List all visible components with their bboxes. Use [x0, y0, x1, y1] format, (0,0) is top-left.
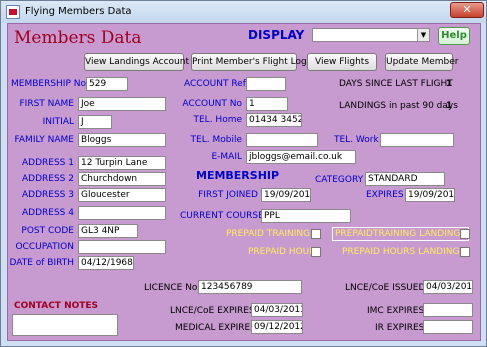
- occupation-field[interactable]: [78, 240, 166, 254]
- initial-field[interactable]: J: [78, 115, 112, 129]
- occupation-label: OCCUPATION: [15, 242, 74, 252]
- tel-work-field[interactable]: [380, 133, 454, 147]
- prepaid-hours-landings-label: PREPAID HOURS LANDINGS: [342, 247, 466, 257]
- tel-mobile-field[interactable]: [246, 133, 318, 147]
- first-joined-label: FIRST JOINED: [198, 190, 258, 200]
- members-form: Members Data DISPLAY ▼ Help View Landing…: [7, 23, 481, 341]
- category-field[interactable]: STANDARD: [365, 172, 445, 186]
- contact-notes-field[interactable]: [12, 314, 118, 336]
- account-ref-field[interactable]: [246, 77, 286, 91]
- ir-expires-field[interactable]: [423, 320, 473, 334]
- address4-label: ADDRESS 4: [22, 208, 74, 218]
- membership-section-title: MEMBERSHIP: [196, 169, 280, 182]
- licence-no-field[interactable]: 123456789: [198, 280, 302, 294]
- landings-90-value: 1: [446, 101, 453, 111]
- prepaid-training-landings-checkbox[interactable]: [460, 229, 470, 239]
- medical-expires-label: MEDICAL EXPIRES: [175, 323, 256, 333]
- address2-label: ADDRESS 2: [22, 174, 74, 184]
- window-title: Flying Members Data: [25, 6, 132, 17]
- licence-no-label: LICENCE No.: [144, 283, 201, 293]
- family-name-label: FAMILY NAME: [14, 135, 74, 145]
- address4-field[interactable]: [78, 206, 166, 220]
- update-member-button[interactable]: Update Member: [385, 53, 458, 71]
- tel-work-label: TEL. Work: [334, 135, 379, 145]
- chevron-down-icon[interactable]: ▼: [417, 29, 429, 41]
- current-course-label: CURRENT COURSE: [180, 211, 264, 221]
- first-name-field[interactable]: Joe: [78, 97, 166, 111]
- first-joined-field[interactable]: 19/09/2012: [261, 188, 311, 202]
- address1-field[interactable]: 12 Turpin Lane: [78, 156, 166, 170]
- tel-home-field[interactable]: 01434 345231: [246, 113, 302, 127]
- lnce-expires-label: LNCE/CoE EXPIRES: [170, 306, 255, 316]
- first-name-label: FIRST NAME: [19, 99, 75, 109]
- dob-field[interactable]: 04/12/1968: [78, 256, 134, 270]
- contact-notes-title: CONTACT NOTES: [14, 301, 99, 311]
- close-button[interactable]: ✕: [450, 2, 484, 18]
- app-icon: [6, 5, 20, 19]
- app-window: Flying Members Data ✕ Members Data DISPL…: [0, 0, 487, 347]
- post-code-label: POST CODE: [21, 226, 74, 236]
- prepaid-hours-checkbox[interactable]: [311, 247, 321, 257]
- imc-expires-field[interactable]: [423, 303, 473, 317]
- prepaid-training-label: PREPAID TRAINING: [226, 229, 311, 239]
- account-ref-label: ACCOUNT Ref.: [184, 79, 249, 89]
- email-label: E-MAIL: [211, 152, 242, 162]
- address3-label: ADDRESS 3: [22, 190, 74, 200]
- account-no-field[interactable]: 1: [246, 97, 288, 111]
- display-select[interactable]: ▼: [312, 28, 430, 42]
- dob-label: DATE of BIRTH: [9, 258, 74, 268]
- address3-field[interactable]: Gloucester: [78, 188, 166, 202]
- current-course-field[interactable]: PPL: [261, 209, 351, 223]
- family-name-field[interactable]: Bloggs: [78, 133, 166, 147]
- title-bar[interactable]: Flying Members Data ✕: [1, 1, 486, 23]
- initial-label: INITIAL: [42, 117, 74, 127]
- expires-field[interactable]: 19/09/2013: [405, 188, 455, 202]
- ir-expires-label: IR EXPIRES: [375, 323, 425, 333]
- view-flights-button[interactable]: View Flights: [307, 53, 377, 71]
- display-label: DISPLAY: [248, 28, 305, 42]
- prepaid-training-checkbox[interactable]: [311, 229, 321, 239]
- medical-expires-field[interactable]: 09/12/2012: [251, 320, 303, 334]
- membership-no-label: MEMBERSHIP No.: [11, 79, 89, 89]
- account-no-label: ACCOUNT No: [182, 99, 242, 109]
- post-code-field[interactable]: GL3 4NP: [78, 224, 138, 238]
- lnce-issued-label: LNCE/CoE ISSUED: [345, 283, 426, 293]
- tel-mobile-label: TEL. Mobile: [190, 135, 242, 145]
- address2-field[interactable]: Churchdown: [78, 172, 166, 186]
- imc-expires-label: IMC EXPIRES: [367, 306, 425, 316]
- membership-no-field[interactable]: 529: [86, 77, 128, 91]
- days-since-label: DAYS SINCE LAST FLIGHT: [339, 79, 453, 89]
- help-button[interactable]: Help: [438, 27, 470, 45]
- days-since-value: 1: [446, 79, 453, 89]
- prepaid-hours-landings-checkbox[interactable]: [460, 247, 470, 257]
- print-flight-log-button[interactable]: Print Member's Flight Log: [191, 53, 307, 71]
- email-field[interactable]: jbloggs@email.co.uk: [246, 150, 356, 164]
- address1-label: ADDRESS 1: [22, 158, 74, 168]
- expires-label: EXPIRES: [366, 190, 404, 200]
- landings-90-label: LANDINGS in past 90 days: [339, 101, 458, 111]
- lnce-issued-field[interactable]: 04/03/2012: [423, 280, 473, 294]
- prepaid-training-landings-label: PREPAIDTRAINING LANDINGS: [332, 227, 470, 241]
- page-title: Members Data: [14, 28, 142, 48]
- view-landings-button[interactable]: View Landings Account: [84, 53, 189, 71]
- tel-home-label: TEL. Home: [193, 115, 243, 125]
- category-label: CATEGORY: [315, 175, 364, 185]
- lnce-expires-field[interactable]: 04/03/2013: [251, 303, 303, 317]
